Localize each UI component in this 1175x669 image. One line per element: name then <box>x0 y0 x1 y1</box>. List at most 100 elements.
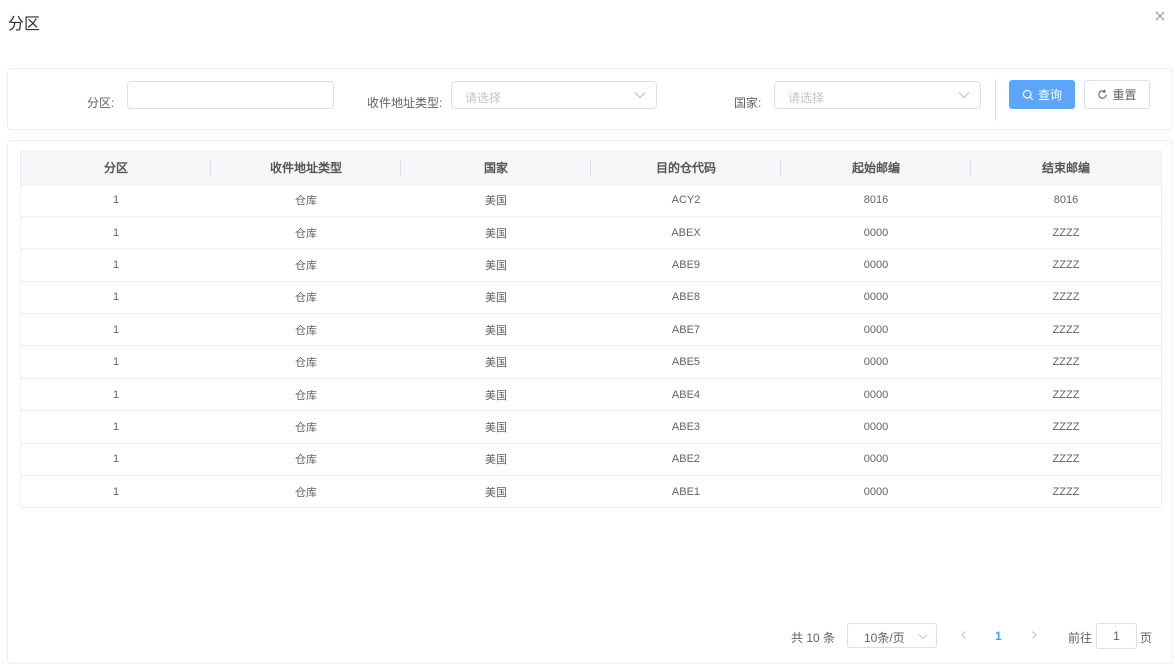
data-table: 分区 收件地址类型 国家 目的仓代码 起始邮编 结束邮编 1 仓库 美国 ACY2 80… <box>20 151 1162 508</box>
table-row: 1 仓库 美国 ABE1 0000 ZZZZ <box>21 476 1161 508</box>
table-cell: ABE9 <box>591 248 781 282</box>
table-cell: 0000 <box>781 281 971 315</box>
table-cell: ABE8 <box>591 281 781 315</box>
column-header: 国家 <box>401 152 591 185</box>
chevron-down-icon <box>958 92 970 99</box>
table-row: 1 仓库 美国 ABE3 0000 ZZZZ <box>21 410 1161 444</box>
address-type-select[interactable]: 请选择 <box>451 81 657 109</box>
table-cell: 美国 <box>401 216 591 250</box>
table-cell: 1 <box>21 184 211 217</box>
chevron-left-icon <box>961 631 966 639</box>
table-row: 1 仓库 美国 ABE4 0000 ZZZZ <box>21 378 1161 412</box>
partition-input[interactable] <box>127 81 334 109</box>
table-cell: 仓库 <box>211 345 401 379</box>
table-row: 1 仓库 美国 ABEX 0000 ZZZZ <box>21 216 1161 250</box>
table-cell: ZZZZ <box>971 216 1161 250</box>
table-cell: ABE7 <box>591 313 781 347</box>
table-cell: ZZZZ <box>971 410 1161 444</box>
table-row: 1 仓库 美国 ACY2 8016 8016 <box>21 184 1161 217</box>
table-cell: 1 <box>21 410 211 444</box>
dialog-title: 分区 <box>8 16 41 33</box>
table-cell: 0000 <box>863 485 889 498</box>
search-icon <box>1022 89 1034 100</box>
table-cell: ABEX <box>591 216 781 250</box>
table-cell: 1 <box>21 313 211 347</box>
table-cell: 仓库 <box>211 443 401 477</box>
divider <box>995 79 996 121</box>
page-number[interactable]: 1 <box>995 629 1002 643</box>
table-cell: 0000 <box>781 410 971 444</box>
table-cell: 美国 <box>401 345 591 379</box>
table-cell: ACY2 <box>591 184 781 217</box>
prev-page-button[interactable] <box>957 628 971 642</box>
table-cell: 美国 <box>401 410 591 444</box>
table-cell: 美国 <box>401 443 591 477</box>
table-cell: 0000 <box>781 378 971 412</box>
table-cell: 美国 <box>401 281 591 315</box>
country-select[interactable]: 请选择 <box>774 81 981 109</box>
table-cell: 1 <box>21 248 211 282</box>
table-cell: ABE2 <box>591 443 781 477</box>
table-cell: 0000 <box>781 313 971 347</box>
table-cell: 仓库 <box>211 184 401 217</box>
next-page-button[interactable] <box>1027 628 1041 642</box>
column-header: 目的仓代码 <box>591 152 781 185</box>
close-icon[interactable] <box>1153 9 1169 25</box>
page-unit-label: 页 <box>1140 631 1153 645</box>
table-cell: 仓库 <box>211 410 401 444</box>
table-cell: 0000 <box>781 345 971 379</box>
table-row: 1 仓库 美国 ABE9 0000 ZZZZ <box>21 248 1161 282</box>
table-cell: 美国 <box>485 486 507 499</box>
table-cell: ZZZZ <box>971 443 1161 477</box>
partition-label: 分区: <box>87 96 115 110</box>
table-cell: ABE3 <box>591 410 781 444</box>
table-row: 1 仓库 美国 ABE5 0000 ZZZZ <box>21 345 1161 379</box>
table-cell: ZZZZ <box>971 281 1161 315</box>
reset-button-label: 重置 <box>1112 88 1137 102</box>
page-size-select[interactable]: 10条/页 <box>847 623 937 648</box>
dialog-header: 分区 <box>0 0 1175 42</box>
column-header: 收件地址类型 <box>211 152 401 185</box>
table-cell: 美国 <box>401 313 591 347</box>
table-row: 1 仓库 美国 ABE2 0000 ZZZZ <box>21 443 1161 477</box>
pagination-total: 共 10 条 <box>791 631 836 645</box>
table-cell: ABE5 <box>591 345 781 379</box>
address-type-placeholder: 请选择 <box>465 91 502 105</box>
table-header-row: 分区 收件地址类型 国家 目的仓代码 起始邮编 结束邮编 <box>21 152 1161 185</box>
search-form: 分区: 收件地址类型: 请选择 国家: 请选择 查询 重置 <box>7 68 1173 130</box>
query-button[interactable]: 查询 <box>1009 80 1075 109</box>
table-cell: 美国 <box>401 248 591 282</box>
table-cell: 1 <box>21 345 211 379</box>
table-cell: ABE1 <box>671 485 701 498</box>
table-cell: 8016 <box>781 184 971 217</box>
goto-page-input[interactable] <box>1096 623 1137 649</box>
table-cell: 0000 <box>781 248 971 282</box>
table-card: 分区 收件地址类型 国家 目的仓代码 起始邮编 结束邮编 1 仓库 美国 ACY2 80… <box>7 140 1173 664</box>
table-cell: 仓库 <box>295 486 317 499</box>
table-cell: 1 <box>112 485 120 498</box>
table-cell: 1 <box>21 216 211 250</box>
table-cell: 1 <box>21 443 211 477</box>
table-cell: 仓库 <box>211 216 401 250</box>
table-cell: 美国 <box>401 378 591 412</box>
table-cell: 仓库 <box>211 378 401 412</box>
table-cell: 0000 <box>781 216 971 250</box>
chevron-down-icon <box>918 634 928 640</box>
table-cell: 1 <box>21 281 211 315</box>
column-header: 结束邮编 <box>971 152 1161 185</box>
table-row: 1 仓库 美国 ABE8 0000 ZZZZ <box>21 281 1161 315</box>
table-cell: ZZZZ <box>971 248 1161 282</box>
address-type-label: 收件地址类型: <box>367 96 443 110</box>
table-cell: 仓库 <box>211 248 401 282</box>
table-cell: ZZZZ <box>971 313 1161 347</box>
table-cell: ZZZZ <box>971 378 1161 412</box>
table-cell: 8016 <box>971 184 1161 217</box>
table-cell: 0000 <box>781 443 971 477</box>
reset-button[interactable]: 重置 <box>1084 80 1150 109</box>
refresh-icon <box>1098 89 1108 99</box>
chevron-down-icon <box>634 92 646 99</box>
column-header: 分区 <box>21 152 211 185</box>
table-cell: 1 <box>21 378 211 412</box>
table-cell: 美国 <box>401 184 591 217</box>
chevron-right-icon <box>1032 631 1037 639</box>
